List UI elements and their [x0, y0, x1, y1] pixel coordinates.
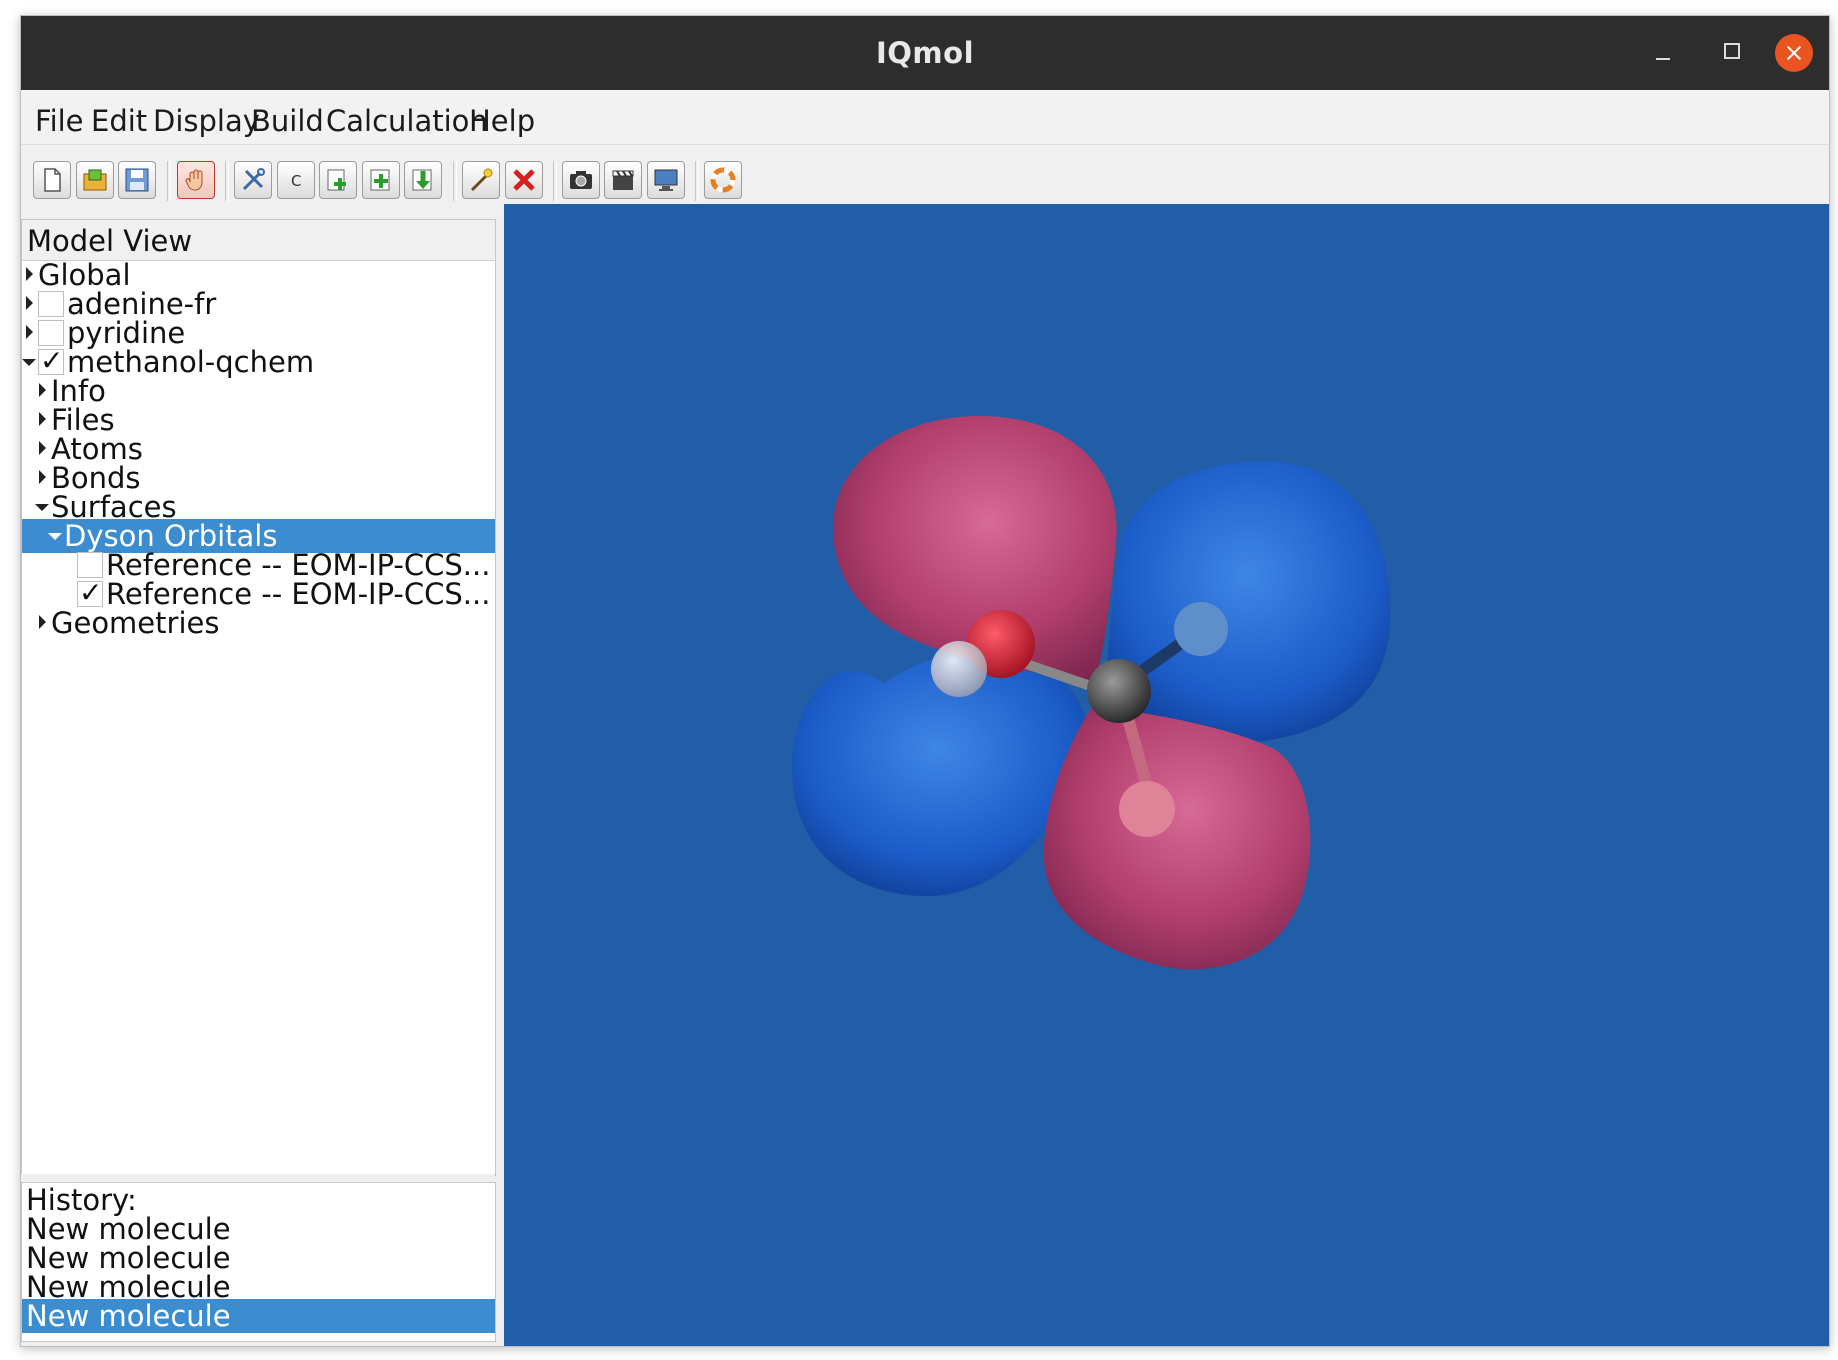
record-button[interactable] [604, 161, 642, 199]
lifebuoy-icon [710, 167, 736, 193]
menu-calculation[interactable]: Calculation [326, 104, 488, 138]
add-fragment-button[interactable] [319, 161, 357, 199]
save-file-button[interactable] [118, 161, 156, 199]
save-disk-icon [125, 168, 149, 192]
select-mode-button[interactable] [462, 161, 500, 199]
delete-button[interactable] [505, 161, 543, 199]
minimize-window-button[interactable] [1645, 34, 1681, 70]
wand-icon [470, 168, 493, 192]
expand-arrow-icon[interactable] [39, 383, 46, 397]
open-folder-icon [83, 169, 107, 191]
iqmol-window: IQmol File Edit Display Build Calculatio… [20, 15, 1830, 1347]
film-icon [612, 170, 634, 190]
menu-file[interactable]: File [35, 104, 84, 138]
maximize-window-button[interactable] [1713, 34, 1749, 70]
menu-bar: File Edit Display Build Calculation Help [21, 90, 1829, 145]
element-carbon-icon: C [291, 172, 301, 190]
collapse-arrow-icon[interactable] [48, 533, 62, 540]
manipulate-mode-button[interactable] [177, 161, 215, 199]
expand-arrow-icon[interactable] [39, 470, 46, 484]
orbital-render [791, 415, 1391, 970]
menu-edit[interactable]: Edit [91, 104, 147, 138]
panel-splitter[interactable] [21, 1174, 494, 1182]
expand-arrow-icon[interactable] [39, 441, 46, 455]
monitor-icon [654, 169, 678, 191]
window-title: IQmol [875, 36, 975, 70]
tree-item-geometries[interactable]: Geometries [22, 606, 495, 640]
collapse-arrow-icon[interactable] [35, 504, 49, 511]
new-file-button[interactable] [33, 161, 71, 199]
menu-display[interactable]: Display [153, 104, 260, 138]
expand-arrow-icon[interactable] [26, 296, 33, 310]
hydrogen-atom-hydroxyl [931, 641, 987, 697]
minimize-down-icon [412, 169, 432, 191]
model-view-header: Model View [22, 220, 495, 261]
molecule-visibility-checkbox[interactable] [38, 344, 64, 377]
svg-text:C: C [291, 172, 301, 190]
expand-arrow-icon[interactable] [26, 267, 33, 281]
expand-arrow-icon[interactable] [39, 615, 46, 629]
add-hydrogens-icon [370, 169, 390, 191]
camera-icon [570, 171, 592, 189]
delete-x-icon [513, 169, 535, 191]
model-view-title: Model View [27, 224, 193, 258]
add-fragment-icon [327, 169, 346, 191]
model-view-panel: Model View Global adenine-fr pyridine me… [21, 219, 496, 1176]
collapse-arrow-icon[interactable] [22, 359, 36, 366]
hand-icon [185, 169, 203, 191]
element-select-button[interactable]: C [277, 161, 315, 199]
orbital-visibility-checkbox[interactable] [77, 552, 103, 578]
molecule-viewer[interactable] [504, 204, 1829, 1346]
positive-lobe-lower [1043, 704, 1311, 970]
hydrogen-atom-lower [1119, 781, 1175, 837]
tree-item-label: Geometries [51, 606, 220, 640]
carbon-atom [1087, 659, 1151, 723]
title-bar: IQmol [21, 16, 1829, 90]
history-panel: History: New molecule New molecule New m… [21, 1182, 496, 1342]
screenshot-button[interactable] [562, 161, 600, 199]
open-file-button[interactable] [76, 161, 114, 199]
history-item-selected[interactable]: New molecule [22, 1299, 495, 1333]
tools-icon [242, 168, 265, 191]
orbital-visibility-checkbox[interactable] [77, 576, 103, 609]
help-button[interactable] [704, 161, 742, 199]
new-file-icon [44, 168, 61, 192]
expand-arrow-icon[interactable] [26, 325, 33, 339]
menu-help[interactable]: Help [469, 104, 535, 138]
negative-lobe-left [791, 652, 1086, 897]
fullscreen-button[interactable] [647, 161, 685, 199]
menu-build[interactable]: Build [251, 104, 324, 138]
close-window-button[interactable] [1775, 34, 1813, 72]
history-item-label: New molecule [26, 1299, 231, 1333]
add-hydrogens-button[interactable] [362, 161, 400, 199]
build-mode-button[interactable] [234, 161, 272, 199]
molecule-visibility-checkbox[interactable] [38, 291, 64, 317]
minimize-structure-button[interactable] [404, 161, 442, 199]
molecule-visibility-checkbox[interactable] [38, 320, 64, 346]
expand-arrow-icon[interactable] [39, 412, 46, 426]
hydrogen-atom-right [1174, 602, 1228, 656]
